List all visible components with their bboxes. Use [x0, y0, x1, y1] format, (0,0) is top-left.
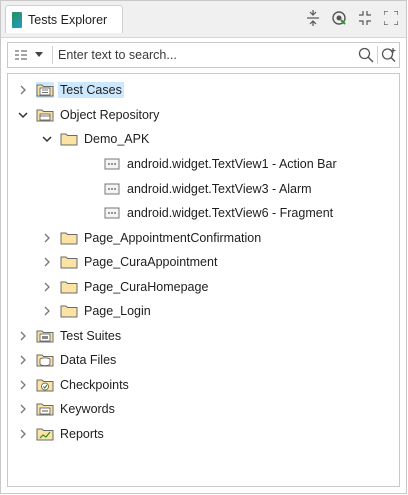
search-input[interactable]	[58, 45, 356, 65]
folder-icon	[60, 279, 78, 295]
tab-tests-explorer[interactable]: Tests Explorer	[5, 5, 123, 33]
tree-item-label: Page_CuraHomepage	[84, 280, 209, 294]
collapse-all-icon[interactable]	[304, 9, 322, 27]
keywords-folder-icon	[36, 401, 54, 417]
folder-icon	[60, 230, 78, 246]
tab-bar: Tests Explorer	[1, 1, 406, 38]
tree-item-label: Page_Login	[84, 304, 151, 318]
tree-item[interactable]: Checkpoints	[17, 374, 131, 396]
tests-explorer-tree: Test Cases Object Repository Demo_APKandro…	[7, 73, 400, 487]
tree-item[interactable]: Page_AppointmentConfirmation	[41, 227, 263, 249]
tree-item-label: Object Repository	[60, 108, 160, 122]
advanced-search-icon[interactable]	[379, 44, 399, 66]
filter-dropdown-icon[interactable]	[32, 44, 46, 66]
tree-item-label: Data Files	[60, 353, 117, 367]
chevron-down-icon[interactable]	[17, 109, 29, 121]
chevron-right-icon[interactable]	[41, 305, 53, 317]
chevron-right-icon[interactable]	[41, 256, 53, 268]
folder-icon	[60, 303, 78, 319]
tree-item-label: Page_CuraAppointment	[84, 255, 218, 269]
search-icon[interactable]	[356, 44, 376, 66]
view-toolbar	[304, 9, 400, 27]
tree-item[interactable]: android.widget.TextView3 - Alarm	[84, 178, 314, 200]
tree-item[interactable]: Keywords	[17, 398, 117, 420]
tree-item[interactable]: Test Cases	[17, 79, 124, 101]
test-suites-folder-icon	[36, 328, 54, 344]
tree-item-label: android.widget.TextView1 - Action Bar	[127, 157, 337, 171]
chevron-right-icon[interactable]	[17, 379, 29, 391]
test-cases-folder-icon	[36, 82, 54, 98]
tree-item-label: Test Cases	[58, 82, 124, 98]
tree-item-label: Keywords	[60, 402, 115, 416]
folder-icon	[60, 254, 78, 270]
tree-item[interactable]: android.widget.TextView1 - Action Bar	[84, 153, 339, 175]
tests-explorer-panel: Tests Explorer Enter text to search... T…	[0, 0, 407, 494]
tab-title: Tests Explorer	[28, 12, 108, 27]
filter-icon[interactable]	[10, 44, 32, 66]
tree-item-label: Page_AppointmentConfirmation	[84, 231, 262, 245]
reports-folder-icon	[36, 426, 54, 442]
chevron-right-icon[interactable]	[17, 330, 29, 342]
tests-explorer-icon	[12, 11, 22, 28]
tree-item[interactable]: android.widget.TextView6 - Fragment	[84, 202, 335, 224]
tree-item-label: Checkpoints	[60, 378, 129, 392]
object-repository-folder-icon	[36, 107, 54, 123]
tree-item[interactable]: Test Suites	[17, 325, 123, 347]
chevron-right-icon[interactable]	[17, 354, 29, 366]
tree-item-label: Reports	[60, 427, 104, 441]
divider	[377, 46, 378, 64]
chevron-right-icon[interactable]	[17, 428, 29, 440]
test-object-icon	[103, 205, 121, 221]
tree-item[interactable]: Data Files	[17, 349, 118, 371]
chevron-down-icon[interactable]	[41, 133, 53, 145]
chevron-right-icon[interactable]	[41, 232, 53, 244]
chevron-right-icon[interactable]	[41, 281, 53, 293]
tree-item[interactable]: Page_CuraHomepage	[41, 276, 210, 298]
tree-item-label: android.widget.TextView3 - Alarm	[127, 182, 312, 196]
search-bar	[7, 42, 400, 68]
tree-item[interactable]: Reports	[17, 423, 106, 445]
tree-item[interactable]: Page_Login	[41, 300, 153, 322]
tree-item-label: android.widget.TextView6 - Fragment	[127, 206, 334, 220]
test-object-icon	[103, 181, 121, 197]
divider	[52, 46, 53, 64]
tree-item[interactable]: Object Repository	[17, 104, 161, 126]
tree-item[interactable]: Demo_APK	[41, 128, 151, 150]
chevron-right-icon[interactable]	[17, 403, 29, 415]
chevron-right-icon[interactable]	[17, 84, 29, 96]
tree-item-label: Demo_APK	[84, 132, 150, 146]
link-with-editor-icon[interactable]	[330, 9, 348, 27]
test-object-icon	[103, 156, 121, 172]
tree-item-label: Test Suites	[60, 329, 122, 343]
checkpoints-folder-icon	[36, 377, 54, 393]
maximize-icon[interactable]	[382, 9, 400, 27]
minimize-icon[interactable]	[356, 9, 374, 27]
data-files-folder-icon	[36, 352, 54, 368]
folder-icon	[60, 131, 78, 147]
tree-item[interactable]: Page_CuraAppointment	[41, 251, 219, 273]
